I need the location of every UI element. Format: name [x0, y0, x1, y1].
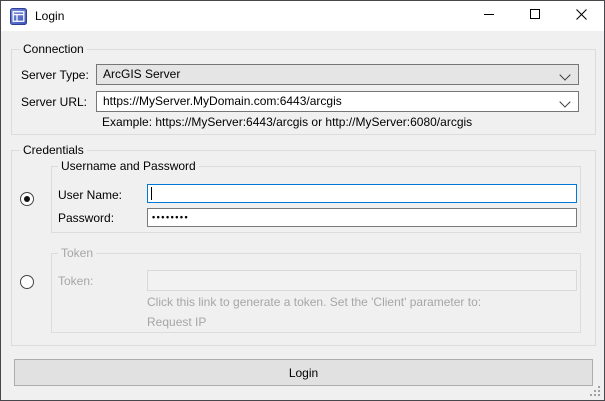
minimize-button[interactable]: [466, 1, 512, 31]
app-window-icon: [10, 8, 27, 25]
password-label: Password:: [58, 211, 114, 225]
server-type-label: Server Type:: [21, 68, 89, 82]
token-input: [147, 270, 577, 291]
password-masked-value: ••••••••: [148, 209, 576, 225]
maximize-icon: [530, 9, 541, 23]
login-button-label: Login: [289, 366, 318, 380]
close-icon: [576, 9, 587, 23]
credentials-group-label: Credentials: [20, 143, 87, 158]
login-dialog: Login Conn: [0, 0, 605, 401]
username-password-radio[interactable]: [20, 192, 34, 206]
server-type-dropdown[interactable]: ArcGIS Server: [96, 64, 579, 85]
server-url-example: Example: https://MyServer:6443/arcgis or…: [102, 115, 472, 129]
chevron-down-icon: [559, 69, 570, 80]
text-caret: [151, 187, 152, 200]
resize-grip-icon[interactable]: [590, 386, 601, 397]
token-label: Token:: [58, 274, 93, 288]
username-label: User Name:: [58, 188, 122, 202]
token-group-label: Token: [58, 246, 96, 261]
server-url-value: https://MyServer.MyDomain.com:6443/arcgi…: [103, 94, 342, 108]
close-button[interactable]: [558, 1, 604, 31]
username-input[interactable]: [147, 184, 577, 203]
request-ip-link[interactable]: Request IP: [147, 315, 206, 329]
titlebar[interactable]: Login: [1, 1, 604, 31]
server-url-combobox[interactable]: https://MyServer.MyDomain.com:6443/arcgi…: [96, 91, 579, 112]
maximize-button[interactable]: [512, 1, 558, 31]
server-type-value: ArcGIS Server: [103, 67, 180, 81]
server-url-label: Server URL:: [21, 95, 87, 109]
password-input[interactable]: ••••••••: [147, 208, 577, 227]
token-radio[interactable]: [20, 275, 34, 289]
window-title: Login: [35, 1, 64, 31]
minimize-icon: [484, 9, 495, 23]
token-hint-text: Click this link to generate a token. Set…: [147, 295, 481, 309]
chevron-down-icon: [559, 96, 570, 107]
connection-group-label: Connection: [20, 42, 87, 57]
username-password-group-label: Username and Password: [58, 159, 199, 174]
token-group: Token: [51, 253, 581, 333]
login-button[interactable]: Login: [14, 359, 593, 386]
window-controls: [466, 1, 604, 31]
